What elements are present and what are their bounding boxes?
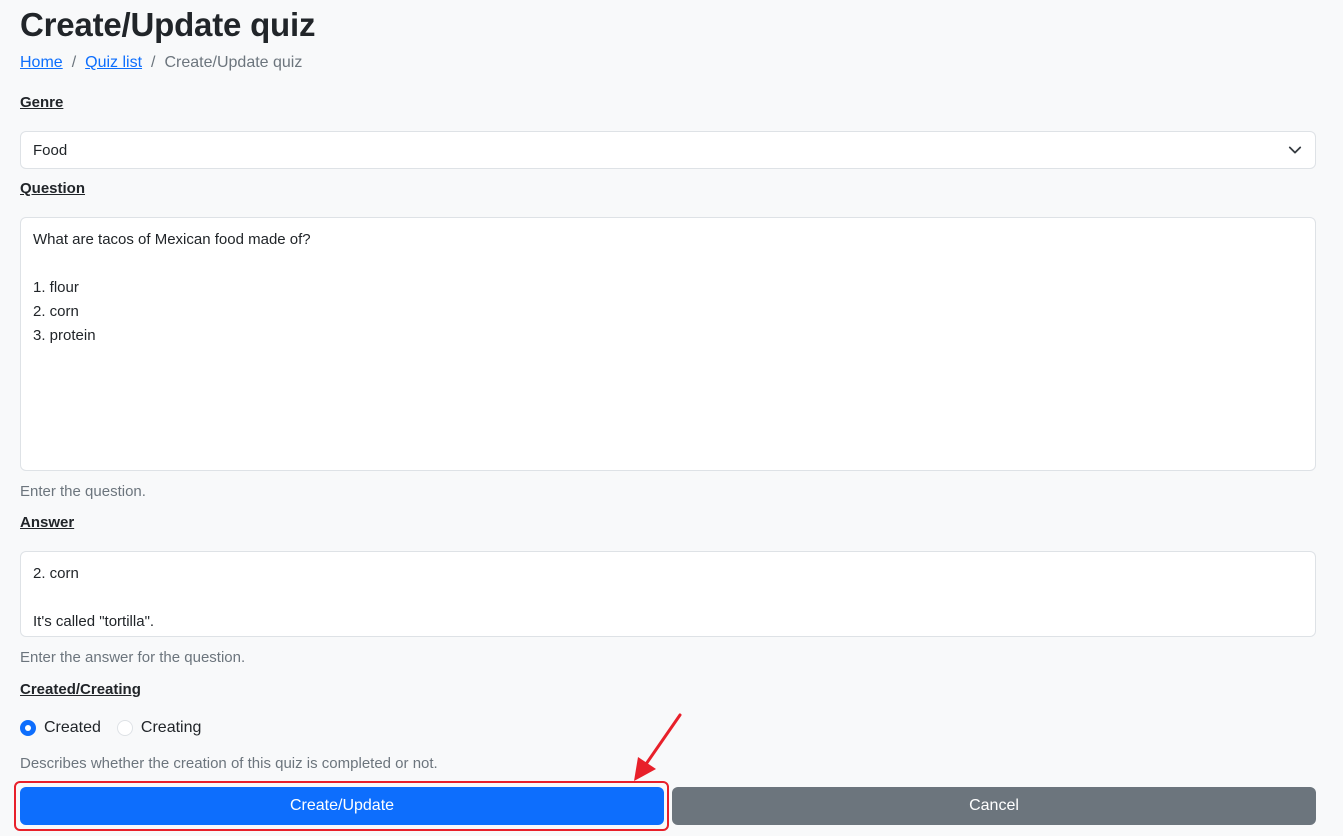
breadcrumb-separator: / — [151, 54, 156, 71]
radio-created-indicator[interactable] — [20, 720, 36, 736]
radio-creating[interactable]: Creating — [116, 719, 201, 737]
answer-label: Answer — [20, 514, 75, 531]
chevron-down-icon — [1287, 142, 1303, 158]
radio-creating-indicator[interactable] — [116, 720, 133, 736]
status-radio-group: Created Creating — [20, 719, 217, 737]
breadcrumb-separator: / — [71, 54, 77, 71]
radio-created-label[interactable]: Created — [44, 719, 101, 737]
radio-creating-label[interactable]: Creating — [141, 719, 201, 737]
question-line: 2. corn — [33, 303, 79, 320]
question-line — [33, 252, 1303, 276]
genre-selected-value: Food — [33, 141, 68, 159]
question-textarea[interactable]: What are tacos of Mexican food made of? … — [20, 217, 1316, 471]
answer-help-text: Enter the answer for the question. — [20, 649, 246, 666]
breadcrumb: Home / Quiz list / Create/Update quiz — [20, 54, 302, 72]
breadcrumb-current: Create/Update quiz — [164, 54, 303, 71]
answer-line: 2. corn — [33, 565, 79, 582]
question-help-text: Enter the question. — [20, 483, 146, 500]
genre-select[interactable]: Food — [20, 131, 1316, 169]
radio-created[interactable]: Created — [20, 719, 101, 737]
question-line: 1. flour — [33, 279, 79, 296]
breadcrumb-quiz-list-link[interactable]: Quiz list — [85, 54, 142, 72]
question-line: What are tacos of Mexican food made of? — [33, 231, 311, 248]
annotation-arrow-icon — [634, 713, 682, 781]
answer-textarea[interactable]: 2. corn It's called "tortilla". — [20, 551, 1316, 637]
status-help-text: Describes whether the creation of this q… — [20, 755, 438, 772]
cancel-button[interactable]: Cancel — [672, 787, 1316, 825]
genre-label: Genre — [20, 94, 64, 111]
page-title: Create/Update quiz — [20, 6, 316, 43]
breadcrumb-home-link[interactable]: Home — [20, 54, 63, 72]
answer-line: It's called "tortilla". — [33, 613, 155, 630]
question-label: Question — [20, 180, 86, 197]
annotation-highlight-box — [14, 781, 669, 831]
status-label: Created/Creating — [20, 681, 141, 698]
question-line: 3. protein — [33, 327, 96, 344]
answer-line — [33, 586, 1303, 610]
